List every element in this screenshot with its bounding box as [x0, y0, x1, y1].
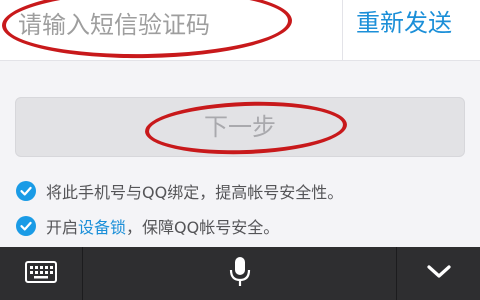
chevron-down-icon [426, 264, 451, 284]
voice-input-button[interactable] [83, 247, 396, 300]
device-lock-label: 开启设备锁，保障QQ帐号安全。 [46, 214, 279, 238]
keyboard-icon [25, 260, 57, 287]
collapse-keyboard-button[interactable] [397, 247, 480, 300]
device-lock-text-before: 开启 [46, 218, 79, 237]
keyboard-switch-button[interactable] [0, 247, 82, 300]
bind-qq-option[interactable]: 将此手机号与QQ绑定，提高帐号安全性。 [16, 180, 343, 202]
device-lock-link[interactable]: 设备锁 [78, 218, 126, 237]
checkmark-icon[interactable] [16, 216, 36, 236]
checkmark-icon[interactable] [16, 181, 36, 201]
device-lock-text-after: ，保障QQ帐号安全。 [126, 218, 280, 237]
keyboard-toolbar [0, 247, 480, 300]
input-divider [342, 0, 343, 60]
device-lock-option[interactable]: 开启设备锁，保障QQ帐号安全。 [16, 215, 279, 237]
bind-qq-label: 将此手机号与QQ绑定，提高帐号安全性。 [46, 183, 344, 202]
microphone-icon [229, 256, 251, 292]
resend-button[interactable]: 重新发送 [356, 4, 452, 42]
